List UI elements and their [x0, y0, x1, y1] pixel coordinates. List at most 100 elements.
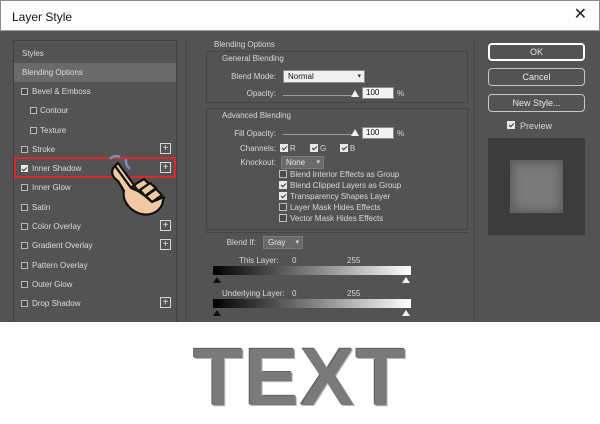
preview-thumbnail [488, 138, 585, 235]
sample-text-caption: TEXT [193, 332, 407, 423]
style-item-label: Bevel & Emboss [32, 87, 91, 96]
style-item-gradient-overlay[interactable]: Gradient Overlay + [14, 236, 176, 255]
style-checkbox[interactable] [21, 146, 28, 153]
style-checkbox[interactable] [21, 281, 28, 288]
channels-label: Channels: [239, 144, 276, 153]
advanced-option-checkbox[interactable] [279, 192, 287, 200]
advanced-option-checkbox[interactable] [279, 181, 287, 189]
style-item-label: Texture [40, 126, 67, 135]
style-item-texture[interactable]: Texture [14, 121, 176, 140]
preview-swatch [510, 160, 563, 213]
fill-opacity-slider-handle[interactable] [351, 129, 359, 136]
style-item-label: Contour [40, 106, 69, 115]
title-bar: Layer Style ✕ [0, 0, 600, 31]
add-effect-icon[interactable]: + [160, 297, 171, 308]
channel-g-label: G [320, 144, 327, 153]
blend-if-value: Gray [268, 238, 286, 247]
underlying-layer-white-handle[interactable] [402, 310, 410, 316]
cancel-button[interactable]: Cancel [488, 68, 585, 86]
underlying-layer-gradient [213, 299, 411, 308]
this-layer-white-handle[interactable] [402, 277, 410, 283]
style-checkbox[interactable] [21, 300, 28, 307]
style-item-label: Styles [22, 49, 44, 58]
underlying-layer-max: 255 [347, 289, 361, 298]
this-layer-min: 0 [292, 256, 297, 265]
style-item-blending-options[interactable]: Blending Options [14, 63, 176, 82]
style-checkbox[interactable] [21, 242, 28, 249]
advanced-option-label: Layer Mask Hides Effects [290, 203, 381, 212]
this-layer-black-handle[interactable] [213, 277, 221, 283]
knockout-dropdown[interactable]: None ▾ [281, 156, 324, 169]
this-layer-max: 255 [347, 256, 361, 265]
underlying-layer-black-handle[interactable] [213, 310, 221, 316]
fill-opacity-slider-track[interactable] [283, 134, 355, 135]
knockout-value: None [286, 158, 306, 167]
style-checkbox[interactable] [30, 127, 37, 134]
preview-checkbox[interactable] [507, 121, 515, 129]
page-root: Layer Style ✕ Styles Blending Options Beve… [0, 0, 600, 424]
blend-mode-value: Normal [288, 72, 314, 81]
advanced-option-label: Transparency Shapes Layer [290, 192, 391, 201]
opacity-input[interactable]: 100 [362, 87, 394, 99]
style-item-pattern-overlay[interactable]: Pattern Overlay [14, 256, 176, 275]
advanced-option-label: Blend Clipped Layers as Group [290, 181, 402, 190]
advanced-blending-title: Advanced Blending [222, 111, 291, 120]
style-item-label: Outer Glow [32, 280, 73, 289]
channel-b-checkbox[interactable] [340, 144, 348, 152]
channel-r-label: R [290, 144, 296, 153]
close-icon[interactable]: ✕ [574, 6, 587, 24]
ok-button[interactable]: OK [488, 43, 585, 61]
advanced-option-checkbox[interactable] [279, 203, 287, 211]
this-layer-gradient [213, 266, 411, 275]
new-style-button[interactable]: New Style... [488, 94, 585, 112]
opacity-unit: % [397, 89, 405, 98]
channel-g-checkbox[interactable] [310, 144, 318, 152]
style-checkbox[interactable] [30, 107, 37, 114]
window-title: Layer Style [12, 10, 73, 24]
this-layer-label: This Layer: [239, 256, 279, 265]
advanced-option-checkbox[interactable] [279, 214, 287, 222]
style-item-label: Drop Shadow [32, 299, 81, 308]
preview-label: Preview [520, 121, 553, 131]
blend-if-label: Blend If: [226, 238, 256, 247]
blend-if-divider [206, 232, 468, 233]
channel-r-checkbox[interactable] [280, 144, 288, 152]
opacity-slider-handle[interactable] [351, 90, 359, 97]
knockout-label: Knockout: [240, 158, 276, 167]
advanced-option-checkbox[interactable] [279, 170, 287, 178]
style-item-drop-shadow[interactable]: Drop Shadow + [14, 294, 176, 313]
style-item-color-overlay[interactable]: Color Overlay + [14, 217, 176, 236]
divider-left [186, 40, 187, 322]
add-effect-icon[interactable]: + [160, 239, 171, 250]
style-checkbox[interactable] [21, 204, 28, 211]
advanced-option-label: Blend Interior Effects as Group [290, 170, 400, 179]
hand-pointer-icon [109, 155, 166, 216]
add-effect-icon[interactable]: + [160, 143, 171, 154]
opacity-slider-track[interactable] [283, 95, 355, 96]
blend-mode-dropdown[interactable]: Normal ▾ [283, 70, 365, 83]
style-item-contour[interactable]: Contour [14, 101, 176, 120]
underlying-layer-min: 0 [292, 289, 297, 298]
style-checkbox[interactable] [21, 88, 28, 95]
add-effect-icon[interactable]: + [160, 220, 171, 231]
style-item-label: Pattern Overlay [32, 261, 88, 270]
style-checkbox[interactable] [21, 223, 28, 230]
style-item-outer-glow[interactable]: Outer Glow [14, 275, 176, 294]
style-item-label: Blending Options [22, 68, 83, 77]
fill-opacity-label: Fill Opacity: [234, 129, 276, 138]
style-item-label: Color Overlay [32, 222, 81, 231]
style-checkbox[interactable] [21, 184, 28, 191]
section-title: Blending Options [214, 40, 275, 49]
blend-mode-label: Blend Mode: [231, 72, 276, 81]
fill-opacity-unit: % [397, 129, 405, 138]
chevron-down-icon: ▾ [295, 239, 299, 246]
style-checkbox[interactable] [21, 262, 28, 269]
blend-if-dropdown[interactable]: Gray ▾ [263, 236, 303, 249]
advanced-option-label: Vector Mask Hides Effects [290, 214, 384, 223]
fill-opacity-input[interactable]: 100 [362, 127, 394, 139]
style-item-styles[interactable]: Styles [14, 44, 176, 63]
general-blending-title: General Blending [222, 54, 284, 63]
underlying-layer-label: Underlying Layer: [222, 289, 285, 298]
style-item-bevel-emboss[interactable]: Bevel & Emboss [14, 82, 176, 101]
style-item-label: Gradient Overlay [32, 241, 93, 250]
